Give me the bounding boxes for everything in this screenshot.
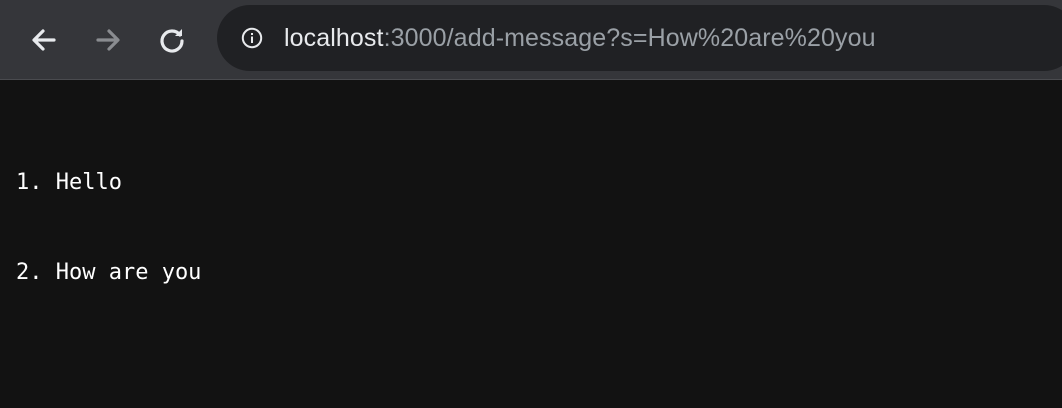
arrow-left-icon <box>32 29 56 51</box>
message-line: 1. Hello <box>16 170 122 195</box>
info-icon[interactable] <box>241 27 263 49</box>
reload-button[interactable] <box>152 20 192 60</box>
reload-icon <box>160 29 184 53</box>
url-path: :3000/add-message?s=How%20are%20you <box>383 24 876 52</box>
back-button[interactable] <box>24 20 64 60</box>
browser-toolbar: localhost:3000/add-message?s=How%20are%2… <box>0 0 1062 80</box>
url-host: localhost <box>284 24 384 52</box>
page-content: 1. Hello 2. How are you <box>16 108 201 318</box>
message-line: 2. How are you <box>16 260 202 285</box>
forward-button[interactable] <box>88 20 128 60</box>
arrow-right-icon <box>96 29 120 51</box>
address-bar[interactable]: localhost:3000/add-message?s=How%20are%2… <box>217 5 1062 71</box>
url-text[interactable]: localhost:3000/add-message?s=How%20are%2… <box>284 5 876 71</box>
